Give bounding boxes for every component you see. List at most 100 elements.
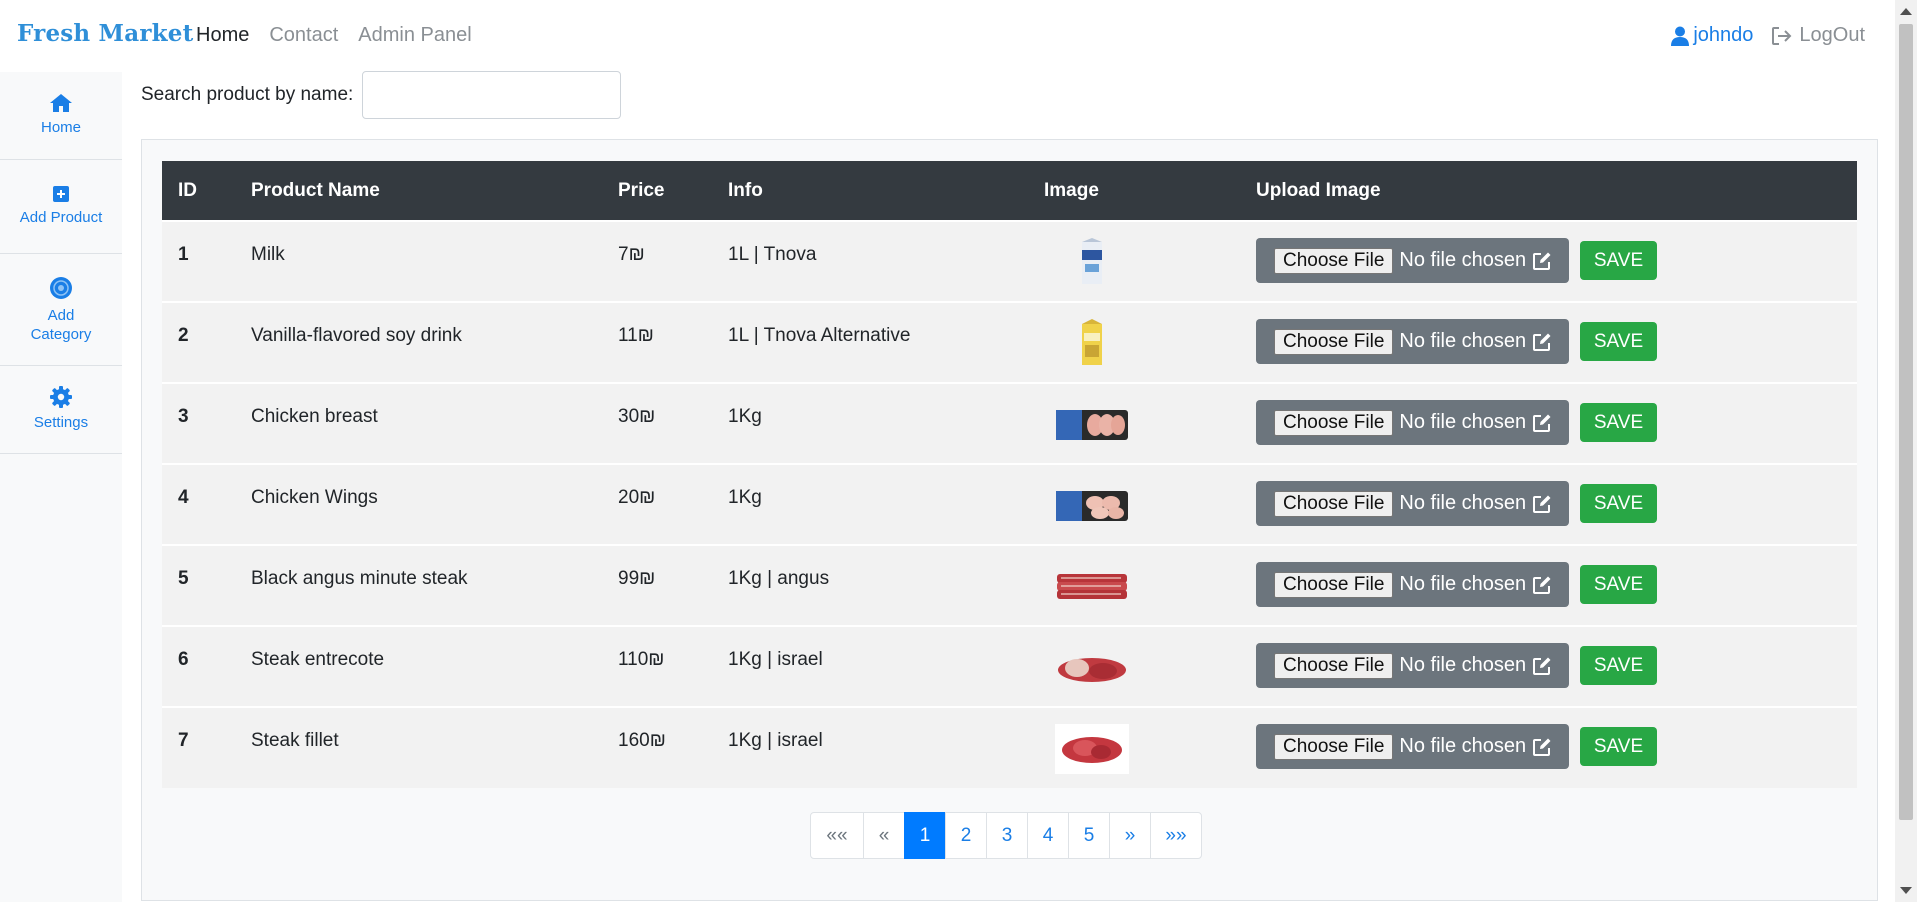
cell-image <box>1008 707 1256 788</box>
page-5-button[interactable]: 5 <box>1068 812 1110 859</box>
cell-image <box>1008 221 1256 302</box>
table-row: 2 Vanilla-flavored soy drink 11₪ 1L | Tnova… <box>162 302 1857 383</box>
edit-icon <box>1533 738 1551 756</box>
pagination: «« « 1 2 3 4 5 » »» <box>810 812 1202 859</box>
page-2-button[interactable]: 2 <box>945 812 987 859</box>
cell-info: 1Kg <box>728 406 762 427</box>
cell-price: 99₪ <box>618 568 656 589</box>
table-row: 1 Milk 7₪ 1L | Tnova Choose File No file chos… <box>162 221 1857 302</box>
cell-price: 7₪ <box>618 244 645 265</box>
page-first-button[interactable]: «« <box>810 812 864 859</box>
file-status-text: No file chosen <box>1399 735 1527 757</box>
choose-file-button[interactable]: Choose File <box>1274 652 1394 679</box>
logout-icon <box>1772 26 1792 45</box>
gear-icon <box>50 386 72 409</box>
choose-file-button[interactable]: Choose File <box>1274 490 1394 517</box>
search-input[interactable] <box>362 71 622 119</box>
cell-upload-image: Choose File No file chosen SAVE <box>1256 221 1857 302</box>
cell-price: 160₪ <box>618 730 666 751</box>
logout-label: LogOut <box>1799 24 1865 46</box>
edit-icon <box>1533 576 1551 594</box>
cell-upload-image: Choose File No file chosen SAVE <box>1256 707 1857 788</box>
product-thumbnail-fillet-steak <box>1055 724 1129 774</box>
column-header-product-name: Product Name <box>251 179 380 201</box>
cell-price: 110₪ <box>618 649 665 670</box>
page-1-button[interactable]: 1 <box>904 812 946 859</box>
page-prev-button[interactable]: « <box>863 812 905 859</box>
file-input[interactable]: Choose File No file chosen <box>1256 481 1569 526</box>
cell-info: 1L | Tnova <box>728 244 817 265</box>
brand-logo[interactable]: Fresh Market <box>17 20 193 47</box>
sidebar-item-add-product[interactable]: Add Product <box>0 160 122 254</box>
sidebar-item-settings[interactable]: Settings <box>0 366 122 454</box>
sidebar-item-label: Home <box>40 119 81 137</box>
product-thumbnail-angus-steak <box>1057 574 1127 599</box>
save-button[interactable]: SAVE <box>1580 565 1657 604</box>
page-4-button[interactable]: 4 <box>1027 812 1069 859</box>
sidebar-item-add-category[interactable]: Add Category <box>0 254 122 366</box>
upload-controls: Choose File No file chosen SAVE <box>1256 562 1857 607</box>
save-button[interactable]: SAVE <box>1580 484 1657 523</box>
cell-info: 1Kg | israel <box>728 649 823 670</box>
cell-id: 4 <box>178 487 189 508</box>
table-row: 4 Chicken Wings 20₪ 1Kg Choose File No file c… <box>162 464 1857 545</box>
file-input[interactable]: Choose File No file chosen <box>1256 400 1569 445</box>
cell-product-name: Steak fillet <box>251 730 339 751</box>
products-panel: ID Product Name Price Info Image Upload … <box>141 139 1878 901</box>
cell-product-name: Vanilla-flavored soy drink <box>251 325 462 346</box>
cell-image <box>1008 464 1256 545</box>
page-last-button[interactable]: »» <box>1150 812 1202 859</box>
product-thumbnail-soy-drink-carton <box>1082 319 1102 365</box>
choose-file-button[interactable]: Choose File <box>1274 733 1394 760</box>
file-status-text: No file chosen <box>1399 411 1527 433</box>
sidebar-item-home[interactable]: Home <box>0 72 122 160</box>
nav-link-admin-panel[interactable]: Admin Panel <box>358 24 471 47</box>
save-button[interactable]: SAVE <box>1580 727 1657 766</box>
cell-image <box>1008 626 1256 707</box>
save-button[interactable]: SAVE <box>1580 403 1657 442</box>
product-thumbnail-milk-carton <box>1082 238 1102 284</box>
page-next-button[interactable]: » <box>1109 812 1151 859</box>
save-button[interactable]: SAVE <box>1580 646 1657 685</box>
cell-product-name: Black angus minute steak <box>251 568 468 589</box>
nav-link-home[interactable]: Home <box>196 24 249 47</box>
file-input[interactable]: Choose File No file chosen <box>1256 562 1569 607</box>
choose-file-button[interactable]: Choose File <box>1274 247 1394 274</box>
upload-controls: Choose File No file chosen SAVE <box>1256 481 1857 526</box>
scroll-up-arrow-icon[interactable] <box>1900 8 1912 15</box>
cell-id: 5 <box>178 568 189 589</box>
sidebar-item-label: Settings <box>33 414 89 432</box>
file-input[interactable]: Choose File No file chosen <box>1256 724 1569 769</box>
choose-file-button[interactable]: Choose File <box>1274 571 1394 598</box>
cell-upload-image: Choose File No file chosen SAVE <box>1256 302 1857 383</box>
file-input[interactable]: Choose File No file chosen <box>1256 319 1569 364</box>
upload-controls: Choose File No file chosen SAVE <box>1256 724 1857 769</box>
choose-file-button[interactable]: Choose File <box>1274 328 1394 355</box>
product-thumbnail-chicken-breast-pack <box>1056 410 1128 440</box>
choose-file-button[interactable]: Choose File <box>1274 409 1394 436</box>
file-status-text: No file chosen <box>1399 654 1527 676</box>
page-scrollbar[interactable] <box>1895 0 1917 902</box>
scroll-down-arrow-icon[interactable] <box>1900 887 1912 894</box>
cell-info: 1Kg | israel <box>728 730 823 751</box>
cell-image <box>1008 302 1256 383</box>
cell-upload-image: Choose File No file chosen SAVE <box>1256 545 1857 626</box>
save-button[interactable]: SAVE <box>1580 322 1657 361</box>
home-icon <box>50 94 72 113</box>
edit-icon <box>1533 495 1551 513</box>
page-3-button[interactable]: 3 <box>986 812 1028 859</box>
column-header-image: Image <box>1044 179 1099 201</box>
sidebar: Home Add Product Add Category Settings <box>0 72 122 902</box>
nav-link-contact[interactable]: Contact <box>269 24 338 47</box>
cell-id: 3 <box>178 406 189 427</box>
file-input[interactable]: Choose File No file chosen <box>1256 643 1569 688</box>
upload-controls: Choose File No file chosen SAVE <box>1256 400 1857 445</box>
user-link[interactable]: johndo <box>1671 24 1753 47</box>
scroll-thumb[interactable] <box>1899 24 1913 820</box>
table-row: 5 Black angus minute steak 99₪ 1Kg | angus C… <box>162 545 1857 626</box>
save-button[interactable]: SAVE <box>1580 241 1657 280</box>
logout-link[interactable]: LogOut <box>1771 24 1865 47</box>
upload-controls: Choose File No file chosen SAVE <box>1256 238 1857 283</box>
file-input[interactable]: Choose File No file chosen <box>1256 238 1569 283</box>
upload-controls: Choose File No file chosen SAVE <box>1256 319 1857 364</box>
